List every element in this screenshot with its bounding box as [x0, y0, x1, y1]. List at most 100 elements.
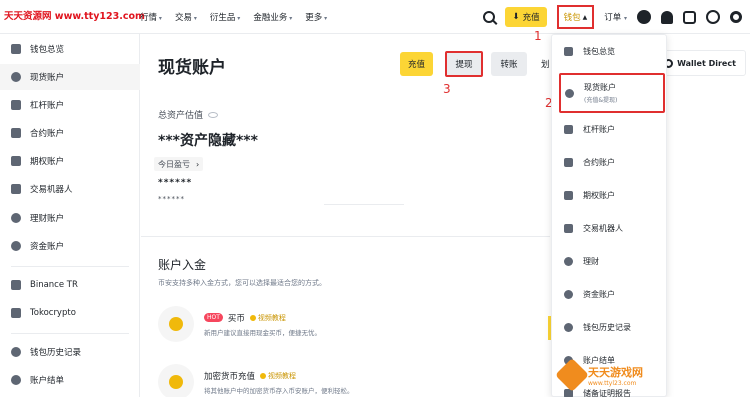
annotation-number: 1 [534, 29, 542, 43]
sidebar-item-funding[interactable]: 资金账户 [0, 233, 140, 259]
sidebar-item-label: 理财账户 [30, 214, 65, 224]
robot-icon [11, 184, 21, 194]
eye-hide-icon[interactable] [208, 111, 219, 118]
percent-icon [564, 124, 573, 134]
withdraw-highlight [445, 51, 483, 77]
dropdown-item-trading-bots[interactable]: 交易机器人 [552, 214, 666, 242]
download-app-icon[interactable] [683, 10, 696, 24]
crypto-deposit-card[interactable]: 加密货币充值 视频教程 将其他账户中的加密货币存入币安账户，便利轻松。 [158, 362, 538, 397]
video-tutorial-label: 视频教程 [257, 313, 286, 322]
hidden-balance: ***资产隐藏*** [158, 133, 258, 149]
dropdown-item-label: 杠杆账户 [583, 124, 615, 134]
binance-tr-icon [11, 280, 21, 290]
dropdown-item-label: 期权账户 [583, 190, 615, 200]
menu-trade[interactable]: 交易 [175, 11, 197, 23]
sidebar-item-label: 交易机器人 [30, 185, 73, 195]
sidebar-divider [11, 333, 129, 334]
dropdown-item-funding[interactable]: 资金账户 [552, 280, 666, 308]
funding-icon [564, 289, 573, 299]
wallet-direct-button[interactable]: Wallet Direct [654, 50, 746, 76]
dropdown-item-label: 钱包历史记录 [583, 322, 631, 332]
sidebar-item-label: 期权账户 [30, 157, 65, 167]
sidebar-item-label: 钱包总览 [30, 45, 65, 55]
sidebar-item-tokocrypto[interactable]: Tokocrypto [0, 300, 140, 326]
buy-crypto-icon [158, 306, 194, 342]
play-icon [260, 372, 267, 379]
dropdown-item-overview[interactable]: 钱包总览 [552, 37, 666, 65]
search-icon[interactable] [483, 11, 496, 23]
today-pnl-label: 今日盈亏 [158, 159, 190, 169]
crypto-deposit-title: 加密货币充值 [204, 371, 256, 382]
buy-crypto-card[interactable]: HOT 买币 视频教程 新用户建议直接用现金买币，便捷无忧。 [158, 304, 538, 344]
dropdown-item-label: 合约账户 [583, 157, 615, 167]
dropdown-item-futures[interactable]: 合约账户 [552, 148, 666, 176]
sidebar: 钱包总览 现货账户 杠杆账户 合约账户 期权账户 交易机器人 理财账户 资金账户… [0, 34, 140, 397]
sidebar-item-options[interactable]: 期权账户 [0, 148, 140, 174]
chevron-up-icon: ▲ [582, 13, 588, 21]
dropdown-item-earn[interactable]: 理财 [552, 247, 666, 275]
futures-icon [11, 128, 21, 138]
user-avatar-icon[interactable] [637, 10, 651, 24]
divider [141, 236, 550, 237]
today-pnl-chip[interactable]: 今日盈亏 › [154, 157, 204, 171]
sidebar-item-label: 现货账户 [30, 73, 65, 83]
deposit-button[interactable]: 充值 [400, 52, 433, 76]
dropdown-item-margin[interactable]: 杠杆账户 [552, 115, 666, 143]
logo-url: www.ttyl23.com [588, 379, 637, 387]
chevron-down-icon: ▾ [623, 15, 627, 22]
dropdown-item-label: 现货账户 [584, 83, 616, 92]
dropdown-item-sublabel: (充值&提现) [584, 97, 618, 104]
dropdown-item-spot[interactable]: 现货账户 (充值&提现) [559, 73, 665, 113]
hot-badge: HOT [204, 313, 223, 322]
orders-menu[interactable]: 订单 ▾ [604, 11, 627, 23]
crypto-deposit-desc: 将其他账户中的加密货币存入币安账户，便利轻松。 [204, 386, 354, 395]
estimated-label-text: 总资产估值 [158, 111, 204, 121]
options-icon [564, 190, 573, 200]
sidebar-item-trading-bots[interactable]: 交易机器人 [0, 176, 140, 202]
sidebar-item-margin[interactable]: 杠杆账户 [0, 92, 140, 118]
funding-icon [11, 241, 21, 251]
theme-icon[interactable] [730, 11, 742, 23]
sidebar-item-statement[interactable]: 账户结单 [0, 367, 140, 393]
sidebar-item-futures[interactable]: 合约账户 [0, 120, 140, 146]
dropdown-item-options[interactable]: 期权账户 [552, 181, 666, 209]
menu-derivatives[interactable]: 衍生品 [210, 11, 240, 23]
piggy-icon [11, 213, 21, 223]
wallet-label: 钱包 [563, 13, 581, 23]
dropdown-item-label: 资金账户 [583, 289, 615, 299]
sidebar-item-history[interactable]: 钱包历史记录 [0, 339, 140, 365]
sidebar-item-label: Binance TR [30, 280, 78, 290]
main-menu: 行情 交易 衍生品 金融业务 更多 [140, 11, 327, 23]
chevron-right-icon: › [196, 159, 200, 169]
deposit-section-title: 账户入金 [158, 258, 207, 272]
wallet-menu-button[interactable]: 钱包 ▲ [556, 5, 595, 29]
nav-deposit-button[interactable]: ⬇ 充值 [505, 7, 547, 27]
sidebar-item-spot[interactable]: 现货账户 [0, 64, 140, 90]
dropdown-item-history[interactable]: 钱包历史记录 [552, 313, 666, 341]
wallet-dropdown: 钱包总览 现货账户 (充值&提现) 杠杆账户 合约账户 期权账户 交易机器人 理… [551, 34, 667, 397]
dropdown-item-label: 理财 [583, 256, 599, 266]
globe-icon[interactable] [706, 10, 720, 24]
grid-icon [564, 46, 573, 56]
buy-crypto-desc: 新用户建议直接用现金买币，便捷无忧。 [204, 328, 321, 337]
history-icon [11, 347, 21, 357]
menu-more[interactable]: 更多 [305, 11, 327, 23]
hidden-value-small: ****** [158, 195, 185, 203]
sidebar-item-overview[interactable]: 钱包总览 [0, 36, 140, 62]
video-tutorial-link[interactable]: 视频教程 [260, 371, 296, 381]
piggy-icon [564, 256, 573, 266]
partial-button[interactable]: 划 [541, 58, 550, 70]
sidebar-item-label: 钱包历史记录 [30, 348, 82, 358]
site-watermark: 天天资源网 www.tty123.com [4, 11, 145, 22]
sidebar-divider [11, 266, 129, 267]
sidebar-item-earn[interactable]: 理财账户 [0, 205, 140, 231]
sidebar-item-binance-tr[interactable]: Binance TR [0, 272, 140, 298]
menu-markets[interactable]: 行情 [140, 11, 162, 23]
wallet-direct-label: Wallet Direct [677, 58, 736, 68]
buy-crypto-title: 买币 [227, 313, 245, 324]
menu-finance[interactable]: 金融业务 [253, 11, 292, 23]
video-tutorial-link[interactable]: 视频教程 [249, 313, 286, 323]
orders-label: 订单 [604, 13, 622, 23]
bell-icon[interactable] [661, 10, 673, 24]
transfer-button[interactable]: 转账 [491, 52, 527, 76]
